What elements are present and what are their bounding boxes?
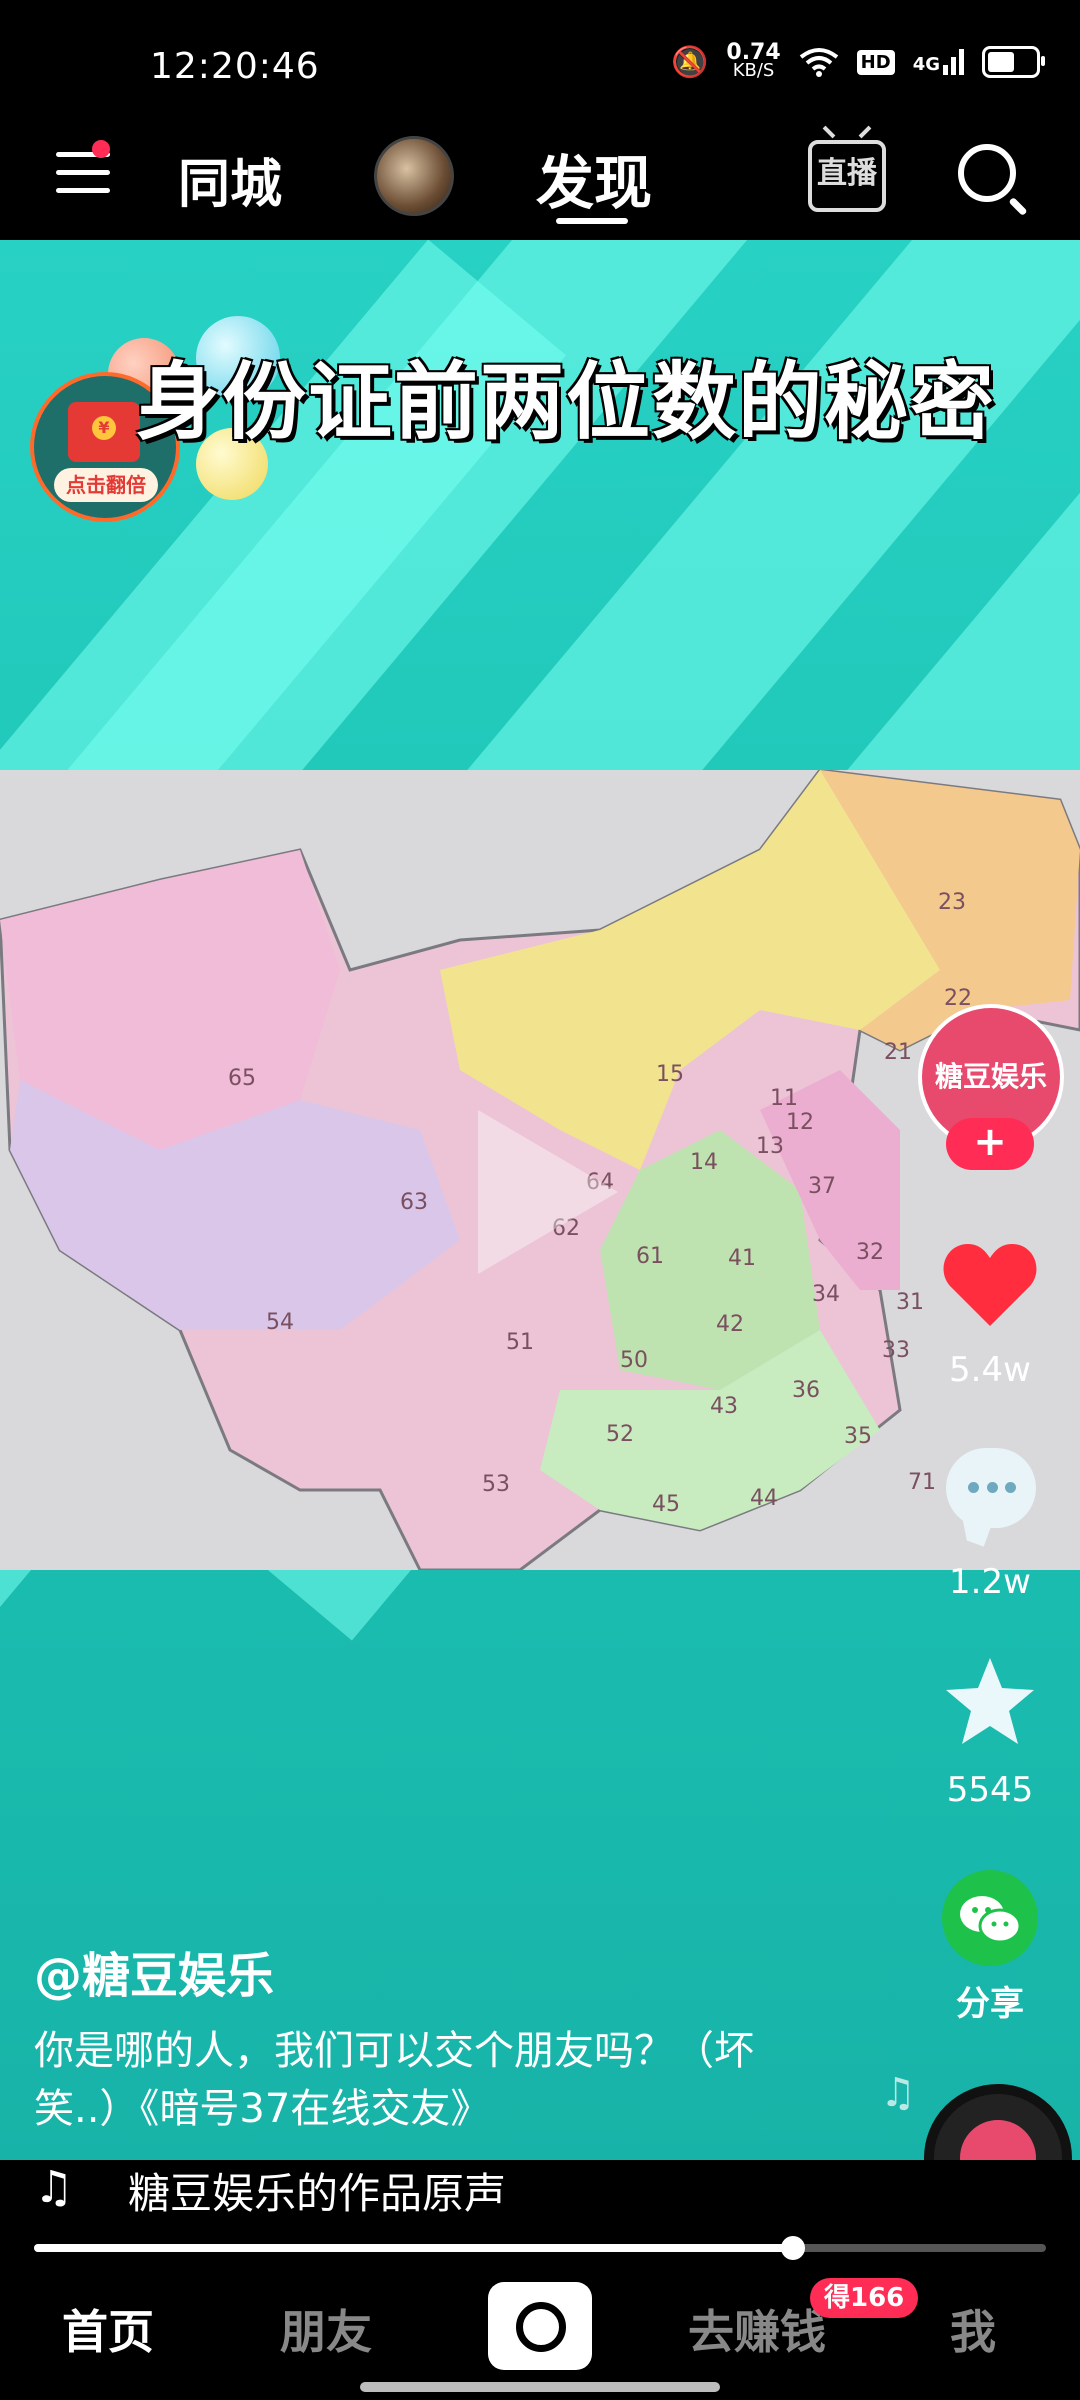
wechat-share-icon[interactable] [942, 1870, 1038, 1966]
favorite-count: 5545 [946, 1770, 1034, 1810]
map-code: 32 [856, 1240, 884, 1265]
map-code: 61 [636, 1244, 664, 1269]
notification-dot [92, 140, 110, 158]
status-time: 12:20:46 [150, 46, 320, 87]
progress-thumb[interactable] [781, 2236, 805, 2260]
post-description: 你是哪的人，我们可以交个朋友吗？（坏笑..）《暗号37在线交友》 [34, 2028, 754, 2132]
tab-discover[interactable]: 发现 [536, 136, 652, 220]
battery-icon [982, 46, 1045, 78]
status-bar: 12:20:46 🔕 0.74 KB/S HD 4G [0, 0, 1080, 130]
map-code: 37 [808, 1174, 836, 1199]
live-tv-icon[interactable]: 直播 [808, 140, 886, 212]
mute-bell-icon: 🔕 [671, 44, 709, 80]
map-code: 42 [716, 1312, 744, 1337]
music-title[interactable]: 糖豆娱乐的作品原声 [128, 2160, 506, 2221]
share-label: 分享 [956, 1984, 1024, 2024]
avatar[interactable] [374, 136, 454, 216]
map-code: 31 [896, 1290, 924, 1315]
nav-friends[interactable]: 朋友 [280, 2296, 372, 2362]
hd-icon: HD [856, 49, 895, 75]
comment-count: 1.2w [949, 1562, 1031, 1602]
map-code: 15 [656, 1062, 684, 1087]
signal-icon: 4G [913, 49, 964, 75]
map-code: 71 [908, 1470, 936, 1495]
tab-active-indicator [556, 218, 628, 224]
wifi-icon [799, 48, 838, 77]
map-code: 54 [266, 1310, 294, 1335]
play-icon[interactable] [478, 1110, 618, 1274]
progress-fill [34, 2244, 793, 2252]
comment-icon[interactable] [946, 1448, 1036, 1528]
map-code: 50 [620, 1348, 648, 1373]
network-speed: 0.74 KB/S [726, 40, 781, 81]
map-code: 43 [710, 1394, 738, 1419]
map-code: 53 [482, 1472, 510, 1497]
star-icon[interactable] [942, 1654, 1038, 1750]
tab-local[interactable]: 同城 [178, 142, 282, 217]
map-code: 34 [812, 1282, 840, 1307]
map-code: 21 [884, 1040, 912, 1065]
map-code: 36 [792, 1378, 820, 1403]
nav-home[interactable]: 首页 [62, 2296, 154, 2362]
menu-icon[interactable] [56, 152, 110, 196]
music-note-icon: ♫ [880, 2070, 916, 2116]
progress-bar[interactable] [34, 2236, 1046, 2260]
create-button[interactable] [488, 2282, 592, 2370]
music-note-icon: ♫ [34, 2162, 74, 2213]
home-indicator [360, 2382, 720, 2392]
map-code: 65 [228, 1066, 256, 1091]
map-code: 44 [750, 1486, 778, 1511]
map-code: 11 [770, 1086, 798, 1111]
nav-earn[interactable]: 去赚钱 [688, 2296, 826, 2362]
red-envelope-icon: ¥ [68, 402, 140, 462]
map-code: 51 [506, 1330, 534, 1355]
map-code: 52 [606, 1422, 634, 1447]
video-title: 身份证前两位数的秘密 [136, 353, 997, 451]
map-code: 41 [728, 1246, 756, 1271]
map-code: 13 [756, 1134, 784, 1159]
map-code: 63 [400, 1190, 428, 1215]
status-icons: 🔕 0.74 KB/S HD 4G [671, 40, 1045, 81]
map-code: 14 [690, 1150, 718, 1175]
map-code: 23 [938, 890, 966, 915]
red-packet-label: 点击翻倍 [54, 468, 158, 502]
nav-me[interactable]: 我 [950, 2296, 996, 2362]
map-code: 35 [844, 1424, 872, 1449]
search-icon[interactable] [958, 144, 1016, 202]
map-code: 12 [786, 1110, 814, 1135]
follow-button[interactable]: + [946, 1118, 1034, 1170]
like-count: 5.4w [949, 1350, 1031, 1390]
map-code: 45 [652, 1492, 680, 1517]
author-name[interactable]: @糖豆娱乐 [34, 1936, 274, 2006]
earn-badge: 得166 [810, 2278, 919, 2318]
heart-icon[interactable] [942, 1240, 1038, 1330]
